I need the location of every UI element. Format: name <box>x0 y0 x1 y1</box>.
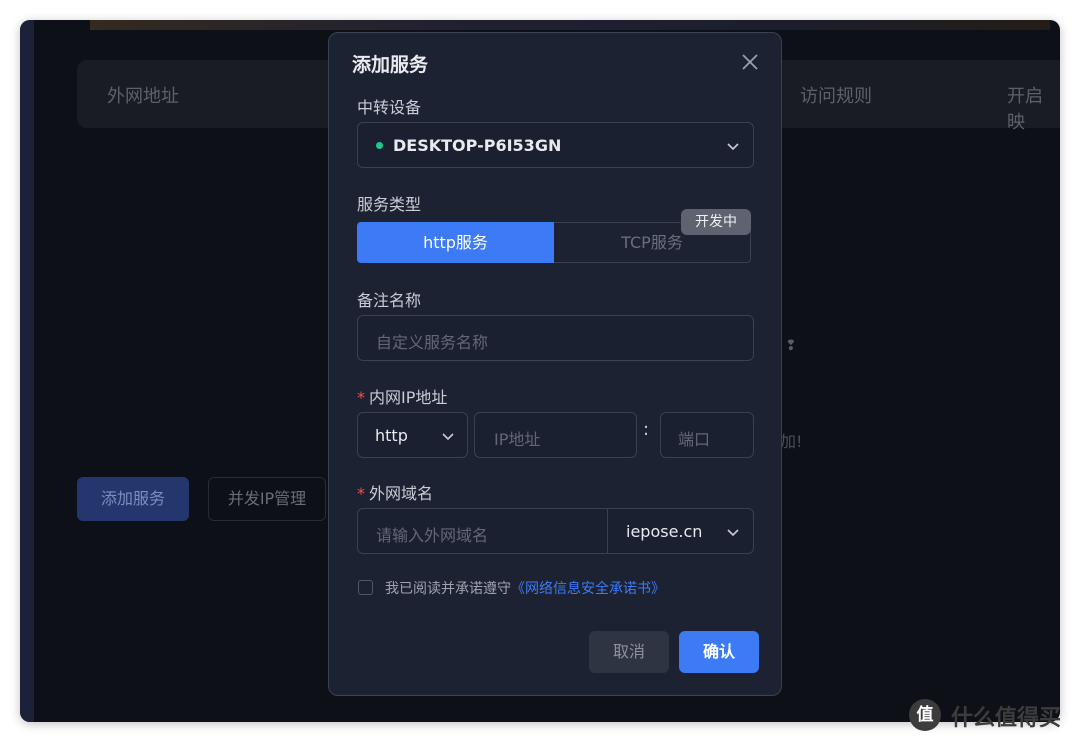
remark-name-input[interactable]: 自定义服务名称 <box>357 315 754 361</box>
domain-divider <box>607 509 608 553</box>
relay-device-select[interactable]: DESKTOP-P6I53GN <box>357 122 754 168</box>
empty-state-icon: ❢ <box>785 338 797 354</box>
domain-label: * 外网域名 <box>357 480 433 504</box>
agreement-statement: 我已阅读并承诺遵守 <box>385 581 511 597</box>
confirm-button[interactable]: 确认 <box>679 631 759 673</box>
service-type-label: 服务类型 <box>357 195 422 214</box>
port-input[interactable]: 端口 <box>660 412 754 458</box>
agreement-link[interactable]: 《网络信息安全承诺书》 <box>511 581 665 597</box>
agreement-checkbox[interactable] <box>358 580 373 595</box>
chevron-down-icon <box>727 143 739 151</box>
empty-state-text: 加! <box>780 432 803 451</box>
watermark-logo-icon: 值 <box>909 699 941 731</box>
tab-http-service[interactable]: http服务 <box>357 222 554 263</box>
remark-name-placeholder: 自定义服务名称 <box>376 333 489 352</box>
watermark-text: 什么值得买 <box>951 706 1062 731</box>
top-strip <box>90 20 1050 30</box>
lan-ip-label-text: 内网IP地址 <box>369 388 448 407</box>
required-mark: * <box>357 388 365 407</box>
domain-suffix-select[interactable]: iepose.cn <box>626 522 702 541</box>
left-strip <box>20 20 34 722</box>
domain-input-group: 请输入外网域名 iepose.cn <box>357 508 754 554</box>
column-enable-mapping: 开启映 <box>1007 86 1043 133</box>
domain-label-text: 外网域名 <box>369 484 434 503</box>
required-mark: * <box>357 484 365 503</box>
ip-address-input[interactable]: IP地址 <box>474 412 637 458</box>
ip-address-placeholder: IP地址 <box>494 430 541 449</box>
relay-device-label: 中转设备 <box>357 98 422 117</box>
port-placeholder: 端口 <box>678 430 711 449</box>
chevron-down-icon <box>442 433 454 441</box>
column-access-rules: 访问规则 <box>800 86 872 107</box>
concurrent-ip-button[interactable]: 并发IP管理 <box>208 477 326 521</box>
add-service-dialog: 添加服务 中转设备 DESKTOP-P6I53GN 服务类型 http服务 TC… <box>328 32 782 696</box>
domain-input-placeholder[interactable]: 请输入外网域名 <box>376 522 488 546</box>
online-status-dot <box>376 142 383 149</box>
protocol-select[interactable]: http <box>357 412 468 458</box>
dialog-title: 添加服务 <box>352 54 429 76</box>
protocol-value: http <box>375 426 408 445</box>
cancel-button[interactable]: 取消 <box>589 631 669 673</box>
close-icon[interactable] <box>739 51 761 73</box>
ip-port-separator: : <box>643 419 650 440</box>
chevron-down-icon <box>727 529 739 537</box>
remark-name-label: 备注名称 <box>357 291 422 310</box>
column-external-address: 外网地址 <box>107 86 179 107</box>
agreement-text: 我已阅读并承诺遵守《网络信息安全承诺书》 <box>385 578 665 598</box>
relay-device-value: DESKTOP-P6I53GN <box>393 136 562 155</box>
lan-ip-label: * 内网IP地址 <box>357 384 447 408</box>
background-add-service-button[interactable]: 添加服务 <box>77 477 189 521</box>
in-development-badge: 开发中 <box>681 209 751 235</box>
